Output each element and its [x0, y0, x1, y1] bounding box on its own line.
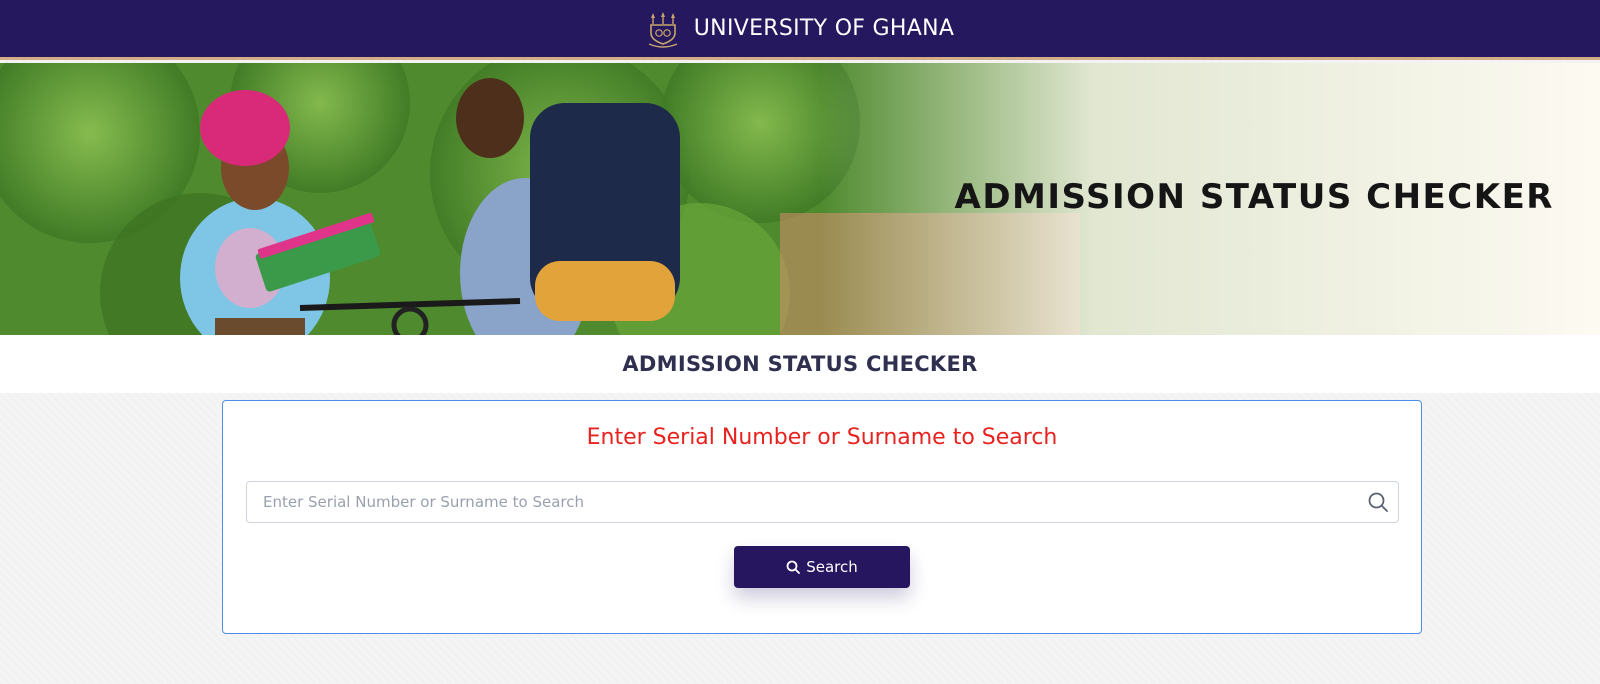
hero-title: ADMISSION STATUS CHECKER: [954, 177, 1554, 217]
brand[interactable]: UNIVERSITY OF GHANA: [646, 9, 954, 49]
page-title: ADMISSION STATUS CHECKER: [622, 352, 978, 376]
top-navbar: UNIVERSITY OF GHANA: [0, 0, 1600, 60]
search-card-heading: Enter Serial Number or Surname to Search: [586, 425, 1058, 450]
brand-name: UNIVERSITY OF GHANA: [693, 16, 955, 41]
search-icon[interactable]: [1367, 491, 1389, 513]
search-card: Enter Serial Number or Surname to Search…: [222, 400, 1422, 634]
university-crest-icon: [648, 11, 678, 48]
search-icon: [786, 560, 801, 574]
search-button[interactable]: Search: [734, 546, 910, 588]
page-title-bar: ADMISSION STATUS CHECKER: [0, 335, 1600, 393]
hero-banner: ADMISSION STATUS CHECKER: [0, 63, 1600, 335]
search-input[interactable]: [246, 481, 1399, 523]
search-button-label: Search: [806, 558, 858, 576]
search-field-wrapper: [246, 481, 1399, 523]
